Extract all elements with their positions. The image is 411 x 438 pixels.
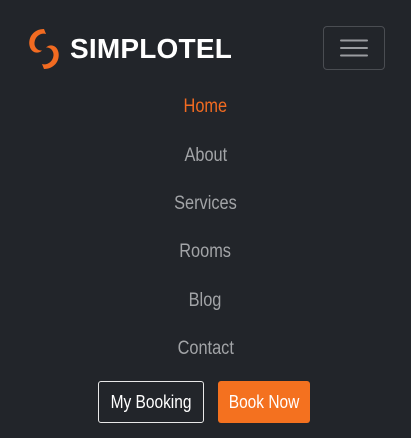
nav-item-services: Services (0, 180, 411, 228)
nav-item-contact: Contact (0, 325, 411, 373)
simplotel-logo-icon (29, 29, 59, 69)
brand-name: SIMPLOTEL (70, 33, 233, 64)
nav-item-rooms: Rooms (0, 228, 411, 276)
nav-link-services[interactable]: Services (174, 193, 237, 215)
nav-item-home: Home (0, 83, 411, 131)
nav-link-rooms[interactable]: Rooms (180, 241, 232, 263)
nav-item-blog: Blog (0, 277, 411, 325)
book-now-label: Book Now (228, 391, 300, 412)
nav-link-contact[interactable]: Contact (177, 338, 233, 360)
nav-link-about[interactable]: About (184, 145, 227, 167)
navbar-toggle-button[interactable] (323, 26, 385, 70)
nav-menu: Home About Services Rooms Blog Contact (0, 83, 411, 373)
brand-link[interactable]: SIMPLOTEL (24, 26, 232, 72)
my-booking-button[interactable]: My Booking (98, 381, 204, 423)
hamburger-menu-icon (340, 39, 368, 57)
nav-link-home[interactable]: Home (184, 96, 228, 118)
book-now-button[interactable]: Book Now (218, 381, 310, 423)
navbar: SIMPLOTEL Home About Services Rooms Blog… (0, 0, 411, 438)
my-booking-label: My Booking (110, 391, 192, 412)
nav-link-blog[interactable]: Blog (189, 290, 222, 312)
nav-item-about: About (0, 131, 411, 179)
